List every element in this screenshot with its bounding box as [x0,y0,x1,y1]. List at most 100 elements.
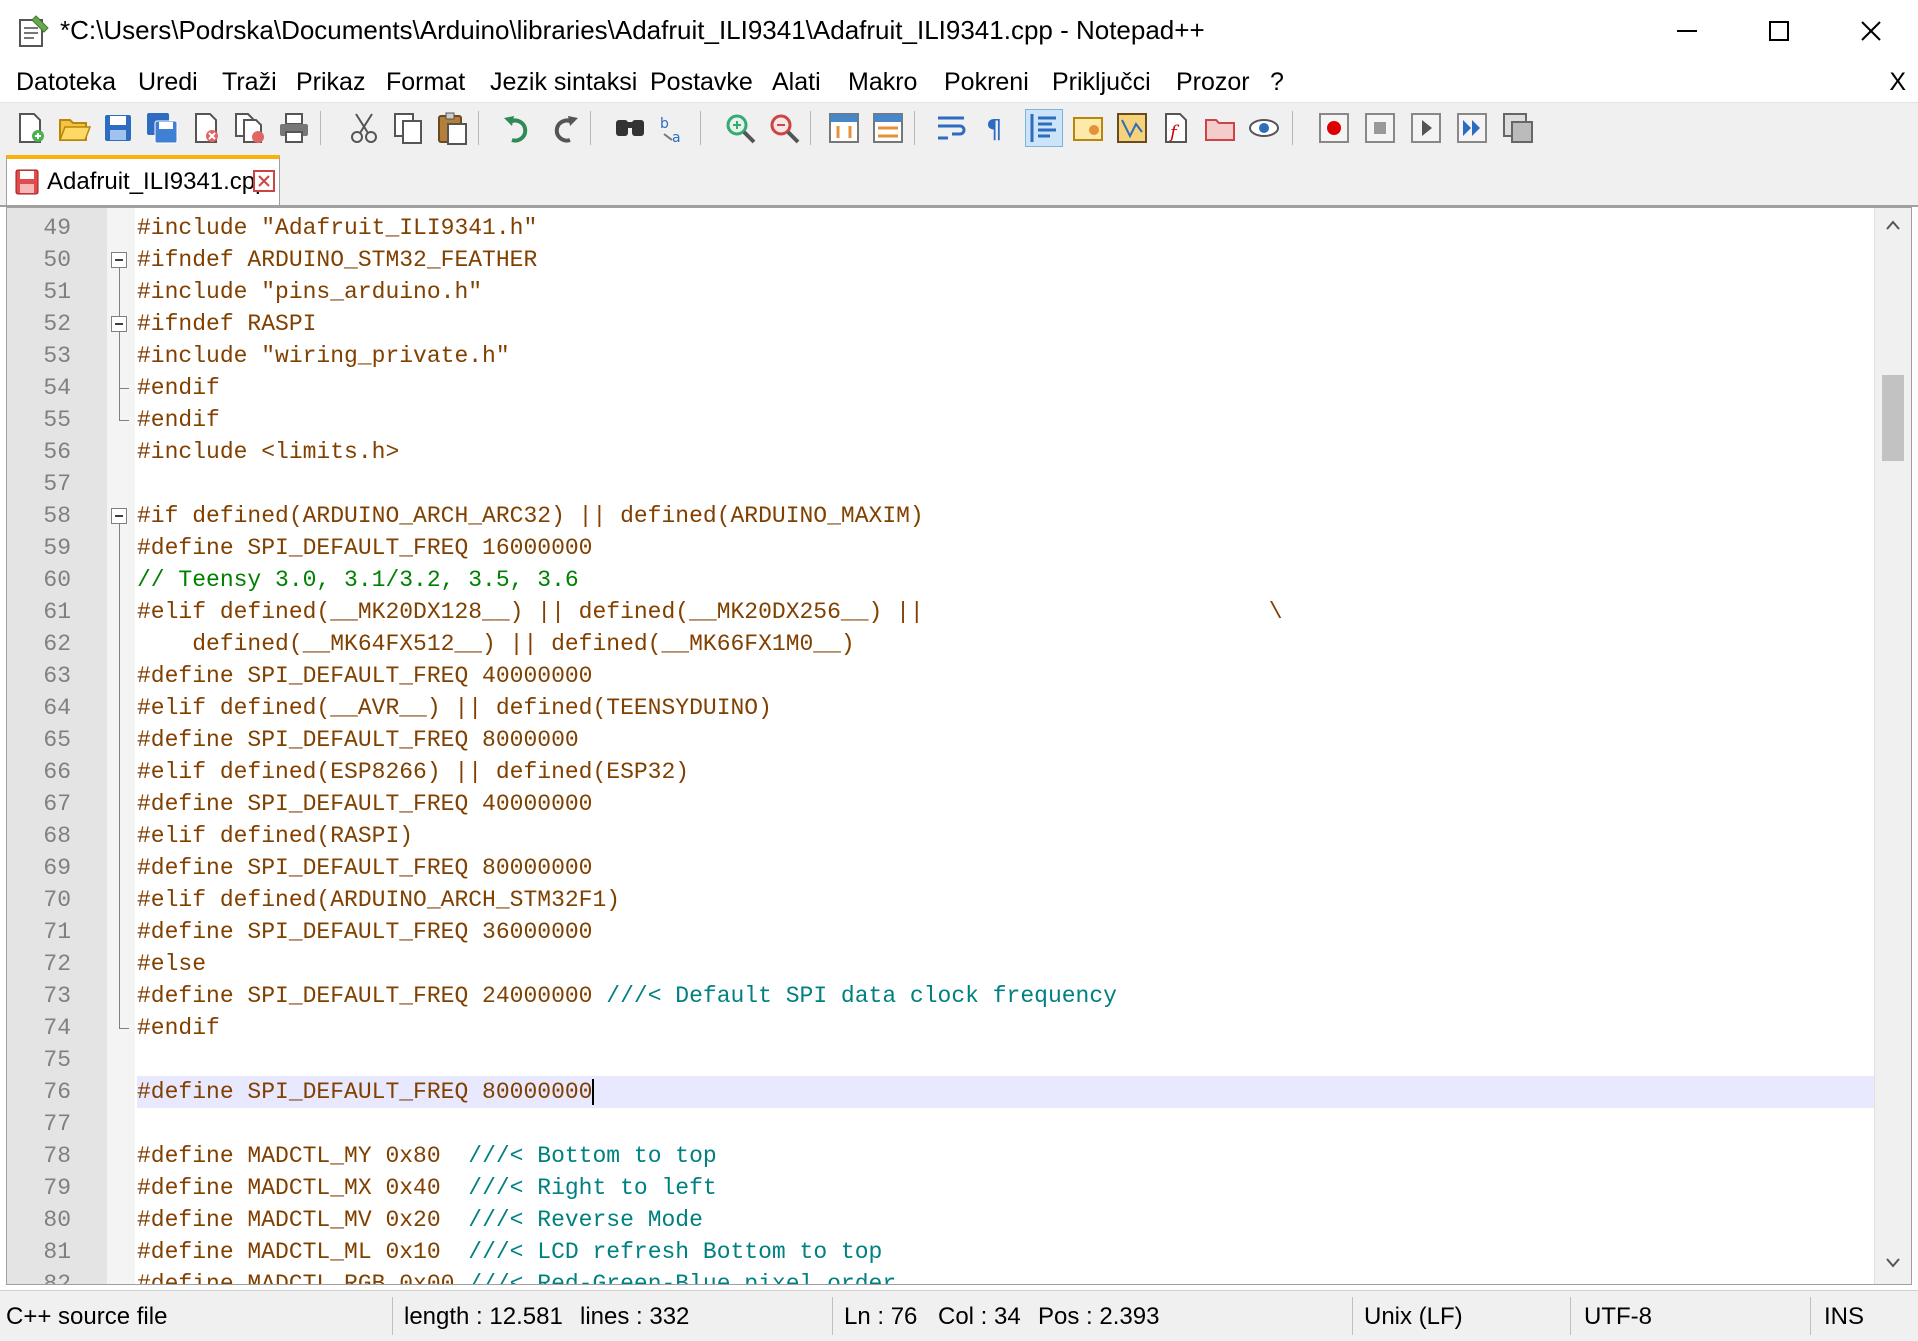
line-number: 56 [43,439,71,465]
status-eol[interactable]: Unix (LF) [1364,1303,1463,1331]
monitoring-icon[interactable] [1246,110,1282,146]
scroll-up-arrow-icon[interactable] [1885,218,1901,236]
code-line[interactable]: 73 #define SPI_DEFAULT_FREQ 24000000 ///<… [7,980,1875,1012]
code-line[interactable]: 56 #include <limits.h> [7,436,1875,468]
code-line[interactable]: 52 #ifndef RASPI [7,308,1875,340]
menu-postavke[interactable]: Postavke [650,68,753,97]
code-line[interactable]: 50 #ifndef ARDUINO_STM32_FEATHER [7,244,1875,276]
vertical-scrollbar[interactable] [1874,208,1911,1284]
close-tab-icon[interactable] [253,170,275,192]
code-line[interactable]: 64 #elif defined(__AVR__) || defined(TEEN… [7,692,1875,724]
menu-prikljucci[interactable]: Priključci [1052,68,1151,97]
replace-icon[interactable]: ba [656,110,692,146]
indent-guide-icon[interactable] [1025,109,1063,147]
code-text: #include <limits.h> [137,436,399,468]
menu-datoteka[interactable]: Datoteka [16,68,116,97]
code-editor[interactable]: 49 #include "Adafruit_ILI9341.h" 50 #ifndef… [6,207,1912,1285]
run-macro-multiple-icon[interactable] [1454,110,1490,146]
new-file-icon[interactable] [12,110,48,146]
function-list-icon[interactable]: f [1158,110,1194,146]
code-line[interactable]: 65 #define SPI_DEFAULT_FREQ 8000000 [7,724,1875,756]
menu-makro[interactable]: Makro [848,68,917,97]
menu-prikaz[interactable]: Prikaz [296,68,365,97]
code-line[interactable]: 67 #define SPI_DEFAULT_FREQ 40000000 [7,788,1875,820]
play-macro-icon[interactable] [1408,110,1444,146]
minimize-button[interactable] [1652,8,1722,54]
code-line[interactable]: 81 #define MADCTL_ML 0x10 ///< LCD refres… [7,1236,1875,1268]
menu-pokreni[interactable]: Pokreni [944,68,1029,97]
fold-toggle-icon[interactable] [111,508,127,524]
folder-as-workspace-icon[interactable] [1202,110,1238,146]
status-encoding[interactable]: UTF-8 [1584,1303,1652,1331]
line-number: 73 [43,983,71,1009]
code-line[interactable]: 71 #define SPI_DEFAULT_FREQ 36000000 [7,916,1875,948]
code-line[interactable]: 57 [7,468,1875,500]
close-document-button[interactable]: X [1889,68,1906,97]
code-line[interactable]: 60 // Teensy 3.0, 3.1/3.2, 3.5, 3.6 [7,564,1875,596]
code-line[interactable]: 80 #define MADCTL_MV 0x20 ///< Reverse Mo… [7,1204,1875,1236]
record-macro-icon[interactable] [1316,110,1352,146]
print-icon[interactable] [276,110,312,146]
code-line[interactable]: 72 #else [7,948,1875,980]
code-line[interactable]: 55 #endif [7,404,1875,436]
code-line[interactable]: 49 #include "Adafruit_ILI9341.h" [7,212,1875,244]
code-line[interactable]: 79 #define MADCTL_MX 0x40 ///< Right to l… [7,1172,1875,1204]
status-insert-mode: INS [1824,1303,1865,1330]
code-line[interactable]: 51 #include "pins_arduino.h" [7,276,1875,308]
user-language-icon[interactable] [1070,110,1106,146]
code-line[interactable]: 66 #elif defined(ESP8266) || defined(ESP3… [7,756,1875,788]
menu-trazi[interactable]: Traži [222,68,277,97]
redo-icon[interactable] [546,110,582,146]
menu-alati[interactable]: Alati [772,68,821,97]
menu-uredi[interactable]: Uredi [138,68,198,97]
code-line[interactable]: 69 #define SPI_DEFAULT_FREQ 80000000 [7,852,1875,884]
code-line[interactable]: 58 #if defined(ARDUINO_ARCH_ARC32) || def… [7,500,1875,532]
code-line[interactable]: 53 #include "wiring_private.h" [7,340,1875,372]
find-icon[interactable] [612,110,648,146]
code-line[interactable]: 75 [7,1044,1875,1076]
code-line[interactable]: 78 #define MADCTL_MY 0x80 ///< Bottom to … [7,1140,1875,1172]
code-line[interactable]: 61 #elif defined(__MK20DX128__) || define… [7,596,1875,628]
sync-vertical-icon[interactable] [826,110,862,146]
undo-icon[interactable] [500,110,536,146]
save-icon[interactable] [100,110,136,146]
code-line[interactable]: 63 #define SPI_DEFAULT_FREQ 40000000 [7,660,1875,692]
code-line[interactable]: 76 #define SPI_DEFAULT_FREQ 80000000 [7,1076,1875,1108]
cut-icon[interactable] [346,110,382,146]
code-line[interactable]: 82 #define MADCTL_RGB 0x00 ///< Red-Green… [7,1268,1875,1285]
scrollbar-thumb[interactable] [1882,375,1904,461]
document-map-icon[interactable] [1114,110,1150,146]
menu-format[interactable]: Format [386,68,465,97]
sync-horizontal-icon[interactable] [870,110,906,146]
fold-toggle-icon[interactable] [111,252,127,268]
open-file-icon[interactable] [56,110,92,146]
code-line[interactable]: 54 #endif [7,372,1875,404]
code-line[interactable]: 59 #define SPI_DEFAULT_FREQ 16000000 [7,532,1875,564]
paste-icon[interactable] [434,110,470,146]
fold-toggle-icon[interactable] [111,316,127,332]
stop-recording-icon[interactable] [1362,110,1398,146]
code-line[interactable]: 77 [7,1108,1875,1140]
menu-jezik-sintaksi[interactable]: Jezik sintaksi [490,68,637,97]
code-line[interactable]: 68 #elif defined(RASPI) [7,820,1875,852]
close-window-button[interactable] [1836,8,1906,54]
close-all-icon[interactable] [232,110,268,146]
zoom-in-icon[interactable] [722,110,758,146]
show-all-characters-icon[interactable]: ¶ [978,110,1014,146]
zoom-out-icon[interactable] [766,110,802,146]
save-macro-icon[interactable] [1500,110,1536,146]
menu-help[interactable]: ? [1270,68,1284,97]
maximize-button[interactable] [1744,8,1814,54]
scroll-down-arrow-icon[interactable] [1885,1256,1901,1274]
code-line[interactable]: 62 defined(__MK64FX512__) || defined(__M… [7,628,1875,660]
close-icon[interactable] [188,110,224,146]
code-line[interactable]: 74 #endif [7,1012,1875,1044]
menu-prozor[interactable]: Prozor [1176,68,1250,97]
save-all-icon[interactable] [144,110,180,146]
line-number: 82 [43,1271,71,1285]
code-line[interactable]: 70 #elif defined(ARDUINO_ARCH_STM32F1) [7,884,1875,916]
word-wrap-icon[interactable] [934,110,970,146]
tab-adafruit-ili9341-cpp[interactable]: Adafruit_ILI9341.cpp [6,155,280,205]
copy-icon[interactable] [390,110,426,146]
code-area[interactable]: 49 #include "Adafruit_ILI9341.h" 50 #ifndef… [7,208,1875,1284]
